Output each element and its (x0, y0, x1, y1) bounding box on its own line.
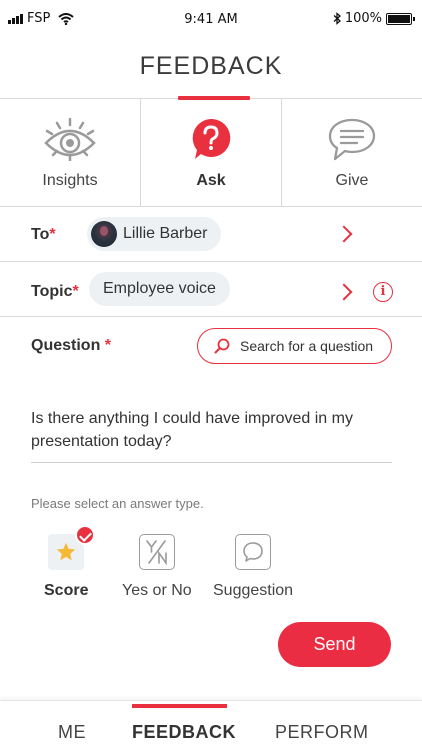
bluetooth-icon (333, 12, 341, 25)
bottom-nav: ME FEEDBACK PERFORM (0, 700, 422, 750)
tab-insights[interactable]: Insights (0, 99, 140, 206)
eye-icon (44, 117, 96, 161)
active-nav-indicator (132, 704, 227, 708)
answer-type-suggestion[interactable]: Suggestion (213, 534, 293, 600)
mode-tabs: Insights Ask Give (0, 99, 422, 207)
tab-insights-label: Insights (42, 172, 98, 189)
required-mark: * (100, 337, 112, 354)
question-label: Question * (31, 337, 112, 354)
recipient-name: Lillie Barber (123, 225, 208, 242)
answer-type-score[interactable]: Score (44, 525, 96, 600)
chevron-right-icon[interactable] (335, 283, 353, 301)
to-label: To* (31, 226, 56, 243)
tab-give-label: Give (335, 172, 369, 189)
active-tab-indicator (178, 96, 250, 100)
nav-perform[interactable]: PERFORM (275, 722, 369, 743)
answer-type-yes-no[interactable]: Yes or No (122, 534, 192, 600)
battery-level (388, 14, 410, 23)
required-mark: * (72, 283, 79, 300)
to-row[interactable]: To* Lillie Barber (0, 207, 422, 262)
nav-me[interactable]: ME (58, 722, 86, 743)
tab-give[interactable]: Give (281, 99, 422, 206)
topic-value: Employee voice (103, 280, 216, 297)
tab-ask-label: Ask (196, 172, 226, 189)
battery-percent: 100% (344, 11, 382, 26)
search-question-label: Search for a question (240, 338, 374, 354)
required-mark: * (49, 226, 56, 243)
chat-bubble-icon (328, 118, 376, 161)
topic-label: Topic* (31, 283, 79, 300)
recipient-chip[interactable]: Lillie Barber (87, 217, 222, 251)
checkmark-icon (75, 525, 96, 545)
search-question-button[interactable]: Search for a question (197, 328, 392, 364)
info-icon[interactable]: i (373, 282, 393, 302)
answer-type-label: Yes or No (122, 582, 192, 599)
nav-feedback[interactable]: FEEDBACK (132, 722, 236, 743)
topic-row[interactable]: Topic* Employee voice i (0, 262, 422, 317)
answer-type-label: Score (44, 582, 89, 599)
question-bubble-icon (192, 118, 231, 159)
battery-icon (386, 12, 415, 25)
question-underline (31, 462, 392, 463)
yes-no-icon (138, 534, 175, 570)
page-title: FEEDBACK (139, 52, 283, 80)
answer-type-label: Suggestion (213, 582, 294, 599)
question-input[interactable]: Is there anything I could have improved … (31, 407, 391, 453)
send-button[interactable]: Send (278, 622, 391, 667)
tab-ask[interactable]: Ask (140, 99, 281, 206)
answer-type-hint: Please select an answer type. (31, 496, 204, 511)
topic-chip[interactable]: Employee voice (89, 272, 230, 306)
chevron-right-icon[interactable] (335, 225, 353, 243)
search-icon (214, 338, 230, 354)
avatar (91, 221, 117, 247)
star-icon (57, 542, 76, 561)
speech-bubble-icon (235, 534, 272, 570)
status-bar: FSP 9:41 AM 100% (0, 0, 422, 40)
